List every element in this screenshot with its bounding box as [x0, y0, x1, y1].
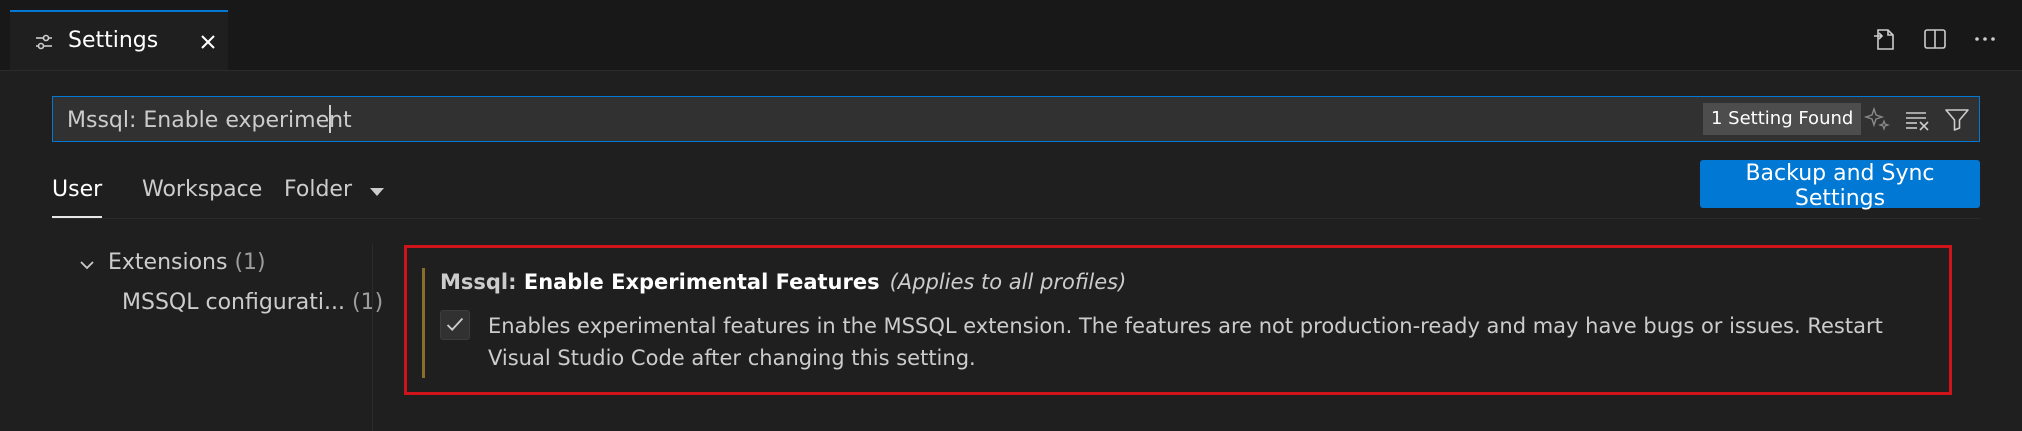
setting-name: Enable Experimental Features: [523, 270, 880, 294]
open-settings-json-icon[interactable]: [1870, 24, 1900, 54]
editor-actions: [1870, 24, 2000, 54]
setting-modified-indicator: [422, 268, 425, 378]
tab-label: Settings: [68, 28, 159, 53]
chevron-down-icon[interactable]: [368, 182, 386, 200]
text-cursor: [329, 105, 331, 133]
toc-divider: [372, 244, 373, 431]
settings-scope-tabs: User Workspace Folder: [52, 174, 1980, 219]
search-input[interactable]: [65, 105, 1709, 135]
split-editor-icon[interactable]: [1920, 24, 1950, 54]
setting-category: Mssql:: [440, 270, 524, 294]
settings-sliders-icon: [36, 34, 52, 50]
result-count-badge: 1 Setting Found: [1703, 103, 1862, 135]
toc-mssql-label: MSSQL configurati...: [122, 290, 345, 315]
tab-workspace[interactable]: Workspace: [142, 174, 262, 218]
setting-description: Enables experimental features in the MSS…: [488, 314, 1883, 370]
toc-extensions[interactable]: Extensions (1): [108, 250, 266, 275]
settings-tab[interactable]: Settings: [10, 10, 228, 70]
tab-folder[interactable]: Folder: [284, 174, 352, 218]
toc-extensions-count: (1): [234, 250, 266, 275]
editor-tab-bar: Settings: [0, 0, 2022, 71]
chevron-down-icon[interactable]: [78, 256, 96, 274]
more-actions-icon[interactable]: [1970, 24, 2000, 54]
settings-search-box: 1 Setting Found: [52, 96, 1980, 142]
toc-mssql-count: (1): [352, 290, 384, 315]
search-tools: [1863, 105, 1971, 133]
setting-scope-note: (Applies to all profiles): [889, 270, 1127, 294]
setting-title: Mssql: Enable Experimental Features (Appl…: [440, 270, 1126, 294]
toc-extensions-label: Extensions: [108, 250, 228, 275]
tab-user[interactable]: User: [52, 174, 103, 218]
clear-filter-icon[interactable]: [1903, 105, 1931, 133]
enable-experimental-features-checkbox[interactable]: [440, 310, 470, 340]
toc-mssql-configuration[interactable]: MSSQL configurati... (1): [122, 290, 383, 315]
backup-and-sync-button[interactable]: Backup and Sync Settings: [1700, 160, 1980, 211]
close-icon[interactable]: [196, 30, 220, 54]
checkmark-icon: [446, 317, 464, 332]
sparkle-icon[interactable]: [1863, 105, 1891, 133]
filter-icon[interactable]: [1943, 105, 1971, 133]
